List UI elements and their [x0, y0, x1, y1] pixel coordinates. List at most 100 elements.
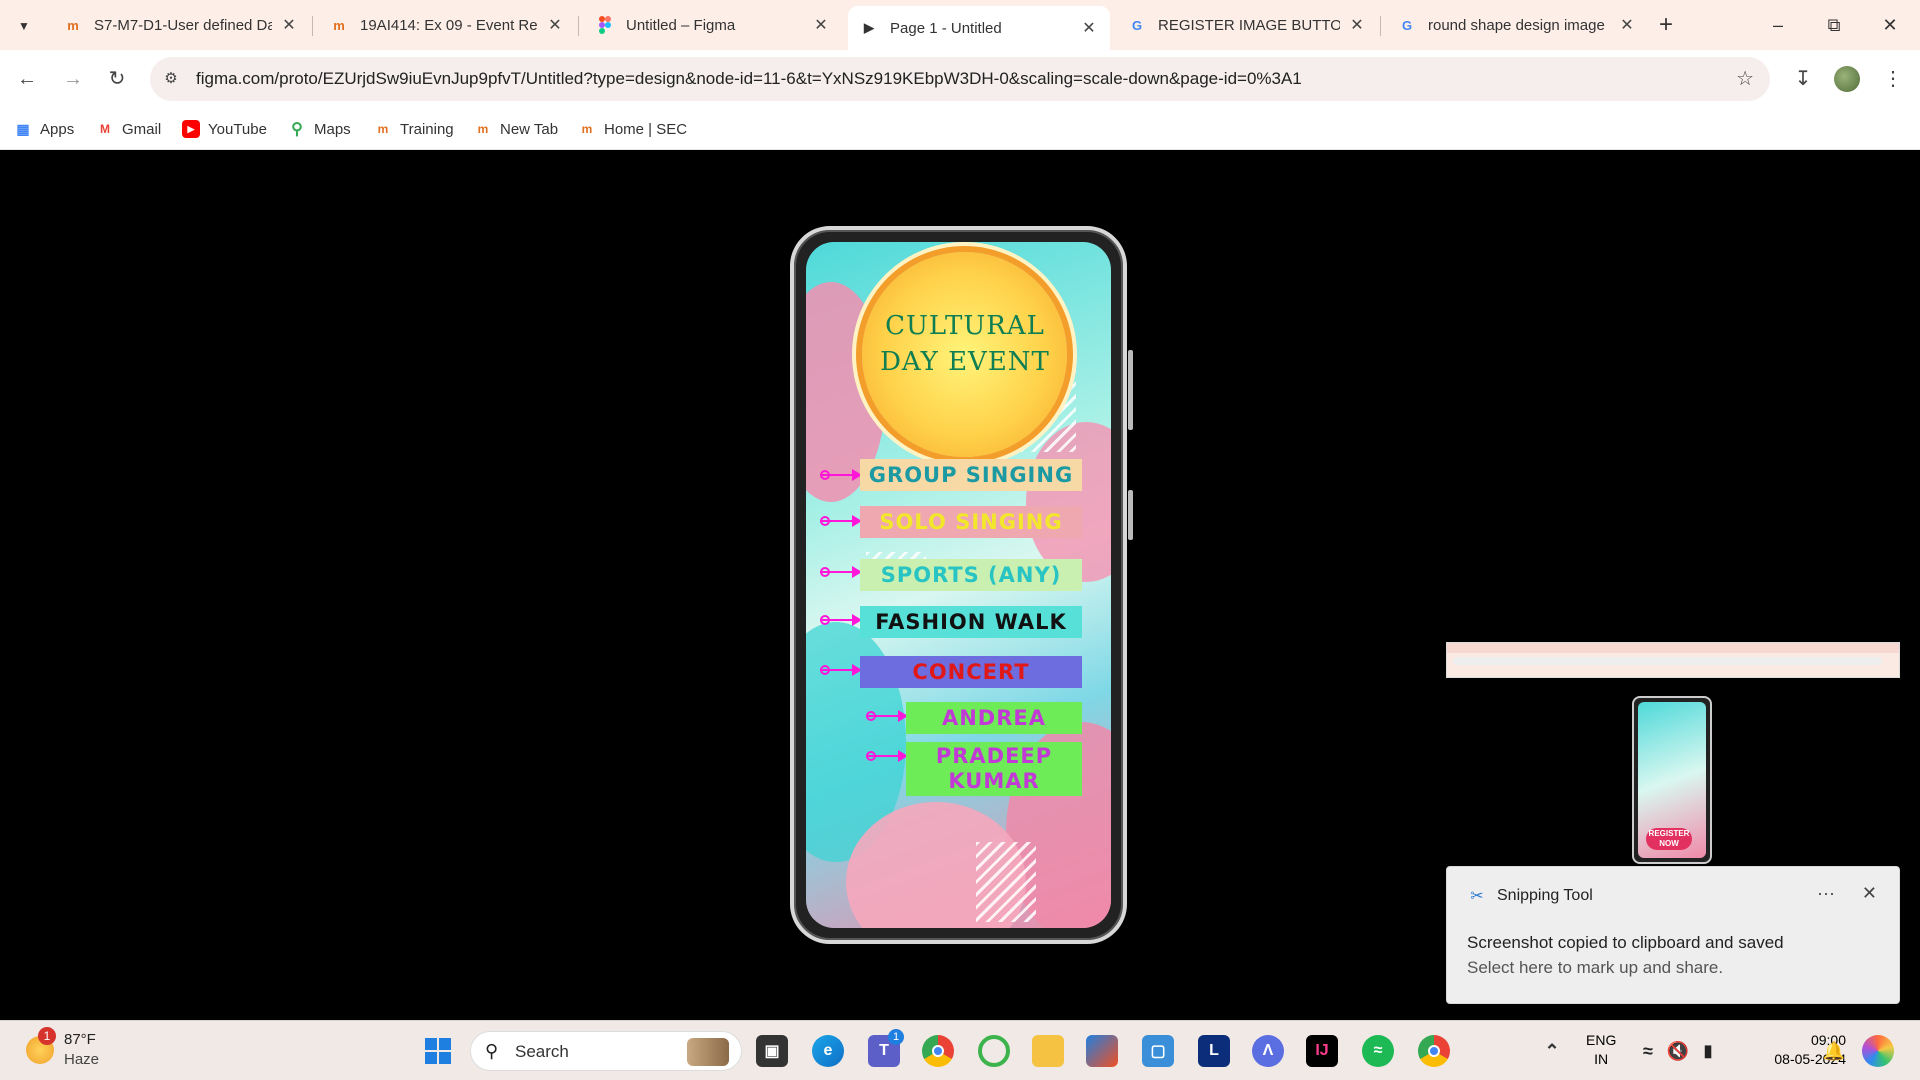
edge-icon[interactable]: e	[812, 1035, 844, 1067]
tab-page-1[interactable]: ▶ Page 1 - Untitled ✕	[848, 6, 1110, 50]
tab-search-chevron-icon[interactable]: ▼	[10, 12, 38, 40]
battery-icon[interactable]: ▮	[1692, 1035, 1724, 1067]
performer-pradeep-kumar[interactable]: PRADEEP KUMAR	[906, 742, 1082, 796]
arc-app-icon[interactable]: Λ	[1252, 1035, 1284, 1067]
close-icon[interactable]: ✕	[280, 15, 298, 35]
event-title-line2: DAY EVENT	[880, 347, 1050, 377]
close-icon[interactable]: ✕	[1862, 883, 1877, 904]
weather-desc[interactable]: Haze	[64, 1051, 99, 1068]
performer-name-line2: KUMAR	[948, 769, 1040, 793]
download-icon[interactable]: ↧	[1788, 64, 1818, 94]
bookmark-label: Gmail	[122, 120, 162, 138]
window-close-icon[interactable]: ✕	[1870, 10, 1910, 40]
phone-side-button	[1128, 350, 1133, 430]
profile-avatar[interactable]	[1834, 66, 1860, 92]
bookmark-new-tab[interactable]: m New Tab	[474, 116, 558, 142]
task-view-icon[interactable]: ▣	[756, 1035, 788, 1067]
tab-divider	[312, 16, 313, 36]
tab-register-image[interactable]: G REGISTER IMAGE BUTTON ✕	[1116, 6, 1378, 44]
close-icon[interactable]: ✕	[1080, 18, 1098, 38]
tab-title: Page 1 - Untitled	[890, 19, 1002, 37]
bookmark-youtube[interactable]: ▶ YouTube	[182, 116, 267, 142]
arrow-icon	[820, 614, 862, 626]
language-line1: ENG	[1586, 1032, 1617, 1048]
close-icon[interactable]: ✕	[546, 15, 564, 35]
weather-badge: 1	[38, 1027, 56, 1045]
close-icon[interactable]: ✕	[1618, 15, 1636, 35]
address-bar[interactable]: ⚙ figma.com/proto/EZUrjdSw9iuEvnJup9pfvT…	[150, 57, 1770, 101]
tab-divider	[578, 16, 579, 36]
url-text[interactable]: figma.com/proto/EZUrjdSw9iuEvnJup9pfvT/U…	[196, 69, 1302, 89]
l-app-icon[interactable]: L	[1198, 1035, 1230, 1067]
google-icon: G	[1131, 17, 1143, 33]
windows-start-icon[interactable]	[422, 1035, 454, 1067]
snip-preview-urlbar	[1453, 657, 1883, 665]
language-indicator[interactable]: ENG IN	[1586, 1031, 1616, 1069]
spotify-icon[interactable]: ≈	[1362, 1035, 1394, 1067]
bookmark-label: Maps	[314, 120, 351, 138]
bookmark-star-icon[interactable]: ☆	[1736, 66, 1754, 91]
weather-temp[interactable]: 87°F	[64, 1031, 96, 1048]
minimize-icon[interactable]: –	[1758, 10, 1798, 40]
tab-title: 19AI414: Ex 09 - Event Reg	[360, 16, 538, 34]
teams-badge: 1	[888, 1029, 904, 1045]
bookmark-gmail[interactable]: M Gmail	[96, 116, 161, 142]
prototype-phone-frame: CULTURAL DAY EVENT GROUP SINGING SOLO SI…	[790, 226, 1133, 944]
moodle-icon: m	[377, 122, 389, 136]
snip-preview-browser[interactable]	[1446, 642, 1900, 678]
close-icon[interactable]: ✕	[1348, 15, 1366, 35]
bookmark-label: YouTube	[208, 120, 267, 138]
copilot-icon[interactable]	[1862, 1035, 1894, 1067]
tab-19ai414[interactable]: m 19AI414: Ex 09 - Event Reg ✕	[318, 6, 576, 44]
arrow-icon	[820, 515, 862, 527]
event-concert[interactable]: CONCERT	[860, 656, 1082, 688]
snipping-tool-notification[interactable]: ✂ Snipping Tool ··· ✕ Screenshot copied …	[1446, 866, 1900, 1004]
tab-title: round shape design image	[1428, 16, 1605, 34]
notification-bell-icon[interactable]: 🔔	[1818, 1035, 1850, 1067]
chrome-icon[interactable]	[922, 1035, 954, 1067]
event-fashion-walk[interactable]: FASHION WALK	[860, 606, 1082, 638]
event-group-singing[interactable]: GROUP SINGING	[860, 459, 1082, 491]
google-icon: G	[1401, 17, 1413, 33]
taskbar-search[interactable]: ⚲ Search	[470, 1031, 742, 1071]
bookmark-training[interactable]: m Training	[374, 116, 454, 142]
tray-chevron-up-icon[interactable]: ⌃	[1536, 1035, 1568, 1067]
menu-kebab-icon[interactable]: ⋮	[1878, 64, 1908, 94]
bookmark-label: Home | SEC	[604, 120, 688, 138]
back-icon[interactable]: ←	[12, 64, 42, 94]
more-options-icon[interactable]: ···	[1817, 883, 1835, 904]
intellij-icon[interactable]: IJ	[1306, 1035, 1338, 1067]
file-explorer-icon[interactable]	[1032, 1035, 1064, 1067]
tab-figma[interactable]: Untitled – Figma ✕	[584, 6, 842, 44]
close-icon[interactable]: ✕	[812, 15, 830, 35]
forward-icon[interactable]: →	[58, 64, 88, 94]
event-sports[interactable]: SPORTS (ANY)	[860, 559, 1082, 591]
performer-andrea[interactable]: ANDREA	[906, 702, 1082, 734]
bookmark-apps[interactable]: ▦ Apps	[14, 116, 74, 142]
reload-icon[interactable]: ↻	[102, 64, 132, 94]
snip-preview-phone[interactable]: REGISTER NOW	[1632, 696, 1712, 864]
restore-icon[interactable]: ⧉	[1814, 10, 1854, 40]
prototype-screen[interactable]: CULTURAL DAY EVENT GROUP SINGING SOLO SI…	[806, 242, 1111, 928]
new-tab-icon[interactable]: +	[1652, 12, 1680, 40]
stripe-decoration	[976, 842, 1036, 922]
site-info-icon[interactable]: ⚙	[160, 68, 182, 90]
bookmark-label: Training	[400, 120, 454, 138]
bookmark-home-sec[interactable]: m Home | SEC	[578, 116, 687, 142]
wifi-icon[interactable]: ≈	[1632, 1035, 1664, 1067]
microsoft-store-icon[interactable]	[1086, 1035, 1118, 1067]
volume-muted-icon[interactable]: 🔇	[1662, 1035, 1694, 1067]
moodle-icon: m	[67, 17, 79, 33]
moodle-icon: m	[333, 17, 345, 33]
app-window-icon[interactable]: ▢	[1142, 1035, 1174, 1067]
bookmark-maps[interactable]: ⚲ Maps	[288, 116, 351, 142]
event-title-line1: CULTURAL	[885, 311, 1045, 341]
tab-round-shape[interactable]: G round shape design image ✕	[1386, 6, 1648, 44]
chrome-profile-icon[interactable]	[1418, 1035, 1450, 1067]
tab-s7-m7-d1[interactable]: m S7-M7-D1-User defined Da ✕	[52, 6, 310, 44]
search-icon: ⚲	[485, 1041, 499, 1061]
refresh-app-icon[interactable]	[978, 1035, 1010, 1067]
event-solo-singing[interactable]: SOLO SINGING	[860, 506, 1082, 538]
tab-title: Untitled – Figma	[626, 16, 736, 34]
search-highlight-art	[687, 1038, 729, 1066]
